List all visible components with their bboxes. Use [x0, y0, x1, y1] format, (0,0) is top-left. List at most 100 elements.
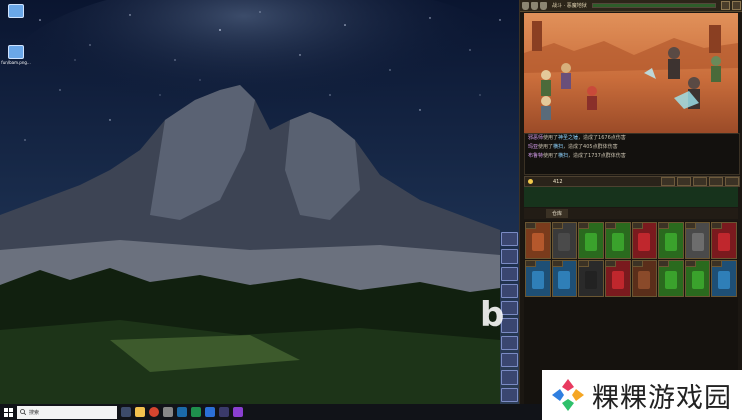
- equipment-item-icon: [691, 271, 704, 290]
- chrome-icon[interactable]: [149, 407, 159, 417]
- side-toolbar-button[interactable]: [501, 387, 518, 402]
- log-line: 布鲁特使用了横扫，造成了1737点群体伤害: [528, 153, 626, 159]
- slot-lock-icon: [605, 223, 616, 229]
- slot-lock-icon: [579, 261, 590, 267]
- slot-lock-icon: [632, 223, 643, 229]
- inventory-slot[interactable]: [525, 260, 551, 297]
- slot-lock-icon: [552, 261, 563, 267]
- log-line: 邪恶师使用了神圣之锤，造成了1676点伤害: [528, 135, 626, 141]
- hero-unit[interactable]: [541, 96, 551, 120]
- spreadsheet-app-icon[interactable]: [191, 407, 201, 417]
- combat-log: 邪恶师使用了神圣之锤，造成了1676点伤害 玛亚使用了横扫，造成了405点群体伤…: [524, 133, 740, 175]
- desktop-icon-recycle[interactable]: [2, 4, 30, 19]
- side-toolbar-button[interactable]: [501, 232, 518, 247]
- inventory-slot[interactable]: [711, 260, 737, 297]
- taskbar-app-icon[interactable]: [219, 407, 229, 417]
- inventory-slot[interactable]: [525, 222, 551, 259]
- hero-unit[interactable]: [587, 86, 597, 110]
- inventory-slot[interactable]: [658, 222, 684, 259]
- equipment-item-icon: [638, 271, 651, 290]
- inventory-slot[interactable]: [578, 222, 604, 259]
- gold-coin-icon: [528, 179, 533, 184]
- side-toolbar-button[interactable]: [501, 370, 518, 385]
- hero-unit[interactable]: [541, 70, 551, 96]
- equipment-item-icon: [718, 233, 731, 252]
- slot-lock-icon: [605, 261, 616, 267]
- inventory-grid: [524, 221, 738, 297]
- watermark-letter: b: [480, 295, 505, 335]
- side-toolbar-button[interactable]: [501, 335, 518, 351]
- equipment-item-icon: [718, 271, 731, 290]
- battle-scene: [524, 13, 738, 133]
- slot-lock-icon: [712, 223, 723, 229]
- inventory-slot[interactable]: [551, 222, 578, 259]
- enemy-unit[interactable]: [668, 47, 680, 79]
- slot-lock-icon: [685, 223, 696, 229]
- inventory-slot[interactable]: [631, 260, 658, 297]
- file-explorer-icon[interactable]: [135, 407, 145, 417]
- minimize-button[interactable]: [721, 1, 730, 10]
- inventory-slot[interactable]: [684, 260, 711, 297]
- stage-label: 战斗 · 恶魔地狱: [552, 3, 587, 9]
- shield-icon[interactable]: [531, 1, 538, 10]
- tab-storage[interactable]: 仓库: [546, 209, 569, 218]
- inventory-tabs: 仓库: [524, 208, 738, 219]
- slot-lock-icon: [526, 261, 536, 267]
- inventory-slot[interactable]: [604, 260, 631, 297]
- toolbar-slot[interactable]: [725, 177, 739, 186]
- taskbar-app-icon[interactable]: [205, 407, 215, 417]
- slot-lock-icon: [659, 261, 670, 267]
- site-name: 粿粿游戏园: [592, 382, 732, 414]
- taskbar: 搜索: [0, 404, 542, 420]
- equipment-item-icon: [585, 233, 598, 252]
- enemy-unit[interactable]: [711, 56, 721, 82]
- toolbar-slot[interactable]: [693, 177, 707, 186]
- equipment-item-icon: [664, 233, 677, 252]
- slot-lock-icon: [632, 261, 643, 267]
- game-header: 战斗 · 恶魔地狱: [520, 0, 742, 12]
- desktop-icon-image[interactable]: fun/bam.png...: [1, 45, 31, 65]
- inventory-slot[interactable]: [711, 222, 737, 259]
- toolbar-slot[interactable]: [709, 177, 723, 186]
- inventory-slot[interactable]: [604, 222, 631, 259]
- scene-preview: [524, 187, 738, 207]
- game-taskbar-icon[interactable]: [233, 407, 243, 417]
- close-button[interactable]: [732, 1, 741, 10]
- taskbar-search-box[interactable]: 搜索: [17, 405, 117, 419]
- equipment-item-icon: [611, 233, 624, 252]
- resource-bar: 412: [524, 176, 740, 187]
- slot-lock-icon: [685, 261, 696, 267]
- game-window: 战斗 · 恶魔地狱 邪恶师使用了神圣之锤，造成了1676点伤害 玛亚使用了横扫，…: [519, 0, 742, 420]
- equipment-item-icon: [531, 271, 544, 290]
- inventory-slot[interactable]: [551, 260, 578, 297]
- toolbar-slot[interactable]: [661, 177, 675, 186]
- inventory-slot[interactable]: [658, 260, 684, 297]
- toolbar-slot[interactable]: [677, 177, 691, 186]
- log-line: 玛亚使用了横扫，造成了405点群体伤害: [528, 144, 618, 150]
- side-toolbar-button[interactable]: [501, 266, 518, 281]
- image-file-icon: [8, 45, 24, 59]
- equipment-item-icon: [691, 233, 704, 252]
- inventory-slot[interactable]: [684, 222, 711, 259]
- watermark-banner: 粿粿游戏园: [542, 370, 742, 420]
- slot-lock-icon: [579, 223, 590, 229]
- equipment-item-icon: [531, 233, 544, 252]
- hero-unit[interactable]: [561, 63, 571, 89]
- inventory-slot[interactable]: [578, 260, 604, 297]
- taskbar-app-icon[interactable]: [163, 407, 173, 417]
- windows-logo-icon: [3, 407, 13, 417]
- stage-progress-bar: [591, 3, 716, 8]
- gold-amount: 412: [553, 178, 563, 185]
- equipment-item-icon: [664, 271, 677, 290]
- slot-lock-icon: [526, 223, 536, 229]
- inventory-slot[interactable]: [631, 222, 658, 259]
- equipment-item-icon: [611, 271, 624, 290]
- steam-icon[interactable]: [177, 407, 187, 417]
- shield-icon[interactable]: [540, 1, 547, 10]
- side-toolbar-button[interactable]: [501, 249, 518, 264]
- shield-icon[interactable]: [522, 1, 529, 10]
- site-logo-icon: [552, 379, 584, 411]
- task-view-icon[interactable]: [121, 407, 131, 417]
- side-toolbar-button[interactable]: [501, 353, 518, 368]
- start-button[interactable]: [0, 404, 16, 420]
